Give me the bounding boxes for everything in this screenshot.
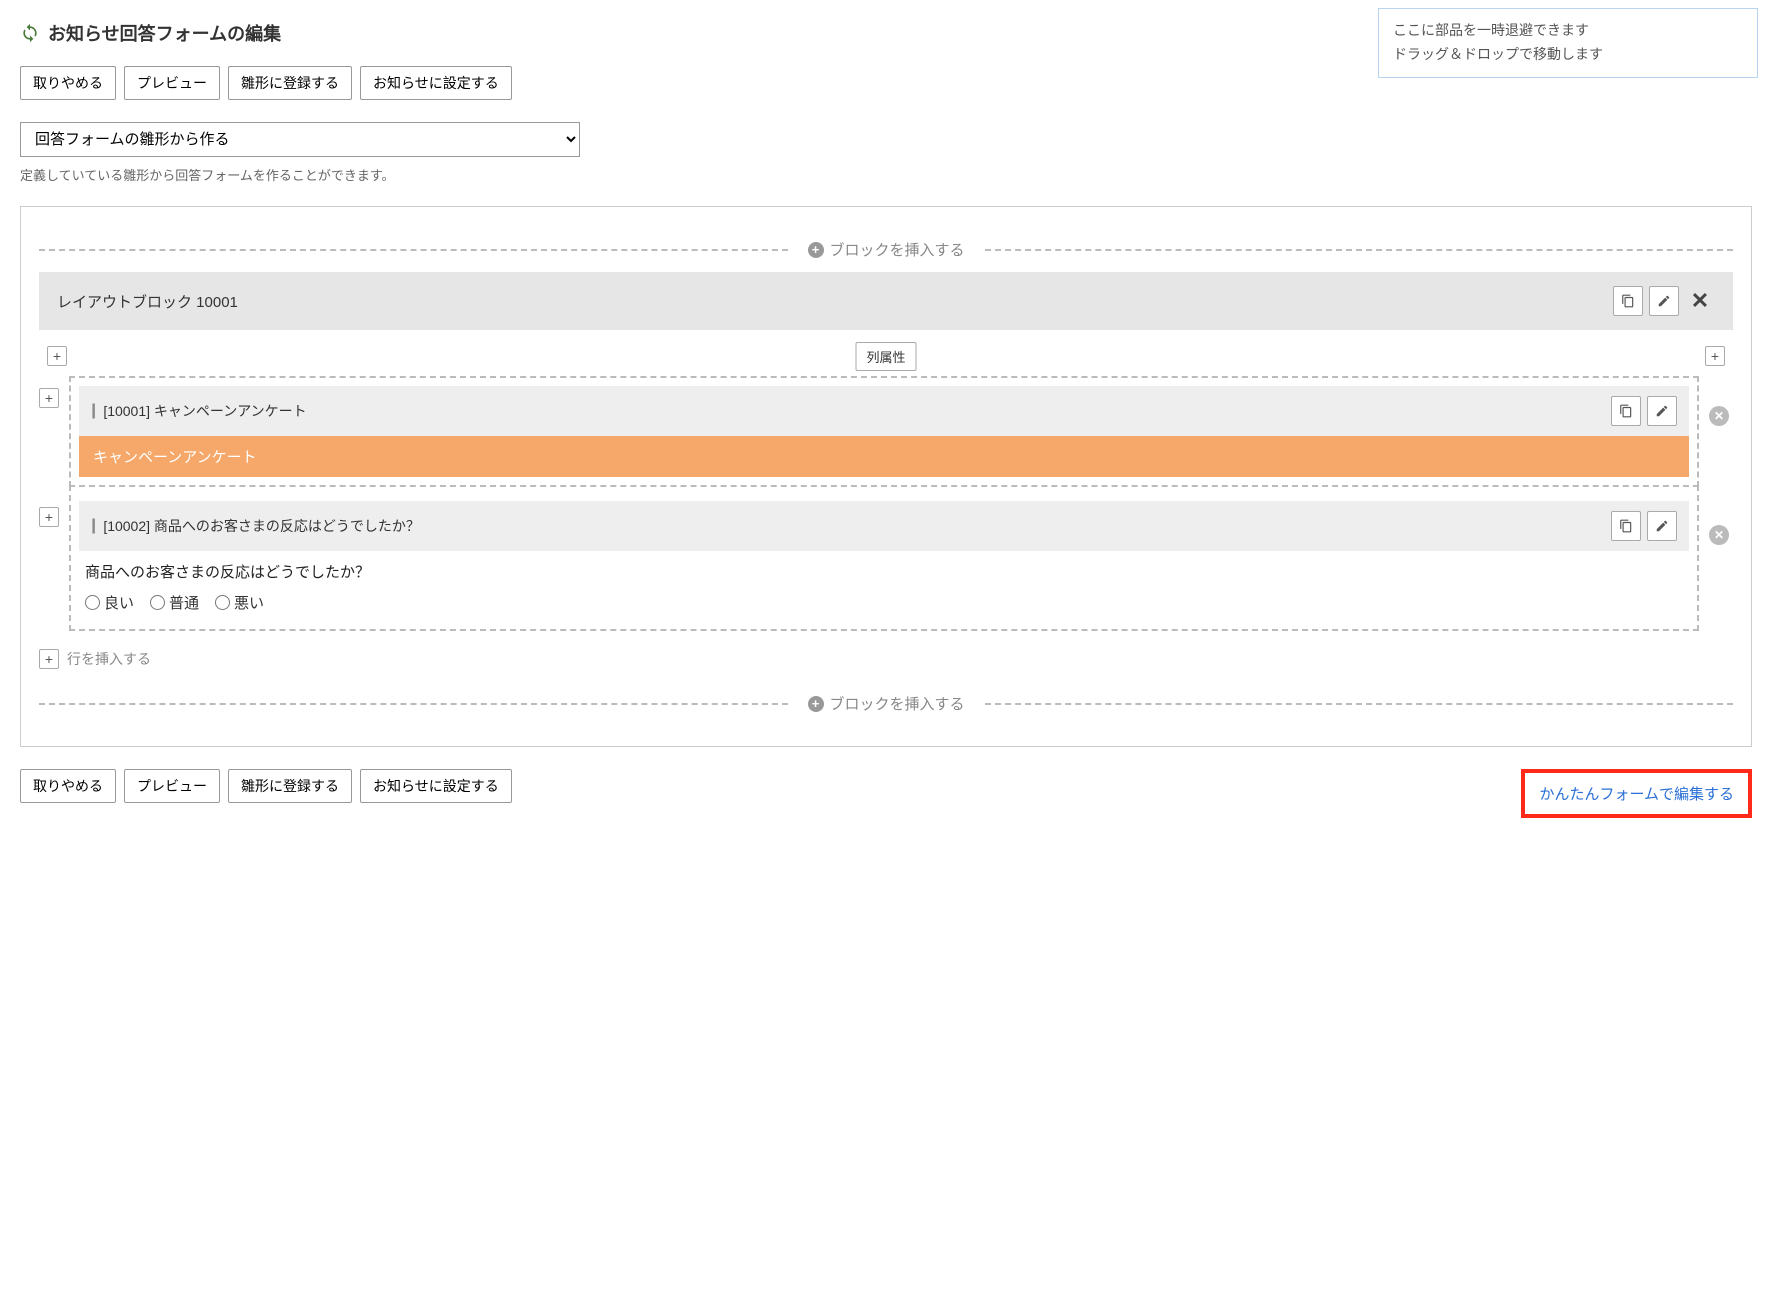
item-title: [10002] 商品へのお客さまの反応はどうでしたか？	[103, 516, 420, 536]
parts-shelf-tooltip: ここに部品を一時退避できます ドラッグ＆ドロップで移動します	[1378, 8, 1758, 78]
row-body: || [10001] キャンペーンアンケート キャンペーンアンケート	[69, 376, 1699, 487]
row-body: || [10002] 商品へのお客さまの反応はどうでしたか？ 商品へのお客さまの…	[69, 485, 1699, 631]
copy-icon	[1619, 519, 1633, 533]
edit-item-button[interactable]	[1647, 396, 1677, 426]
item-prompt: 商品へのお客さまの反応はどうでしたか？	[79, 551, 1689, 588]
plus-icon: +	[808, 696, 824, 712]
delete-row-button[interactable]: ✕	[1709, 406, 1729, 426]
block-title: レイアウトブロック 10001	[57, 291, 238, 312]
row-container: + || [10001] キャンペーンアンケート	[39, 376, 1733, 487]
item-title: [10001] キャンペーンアンケート	[103, 401, 306, 421]
edit-item-button[interactable]	[1647, 511, 1677, 541]
item-header: || [10002] 商品へのお客さまの反応はどうでしたか？	[79, 501, 1689, 551]
pencil-icon	[1655, 519, 1669, 533]
radio-option[interactable]: 良い	[85, 592, 134, 613]
drag-handle-icon[interactable]: ||	[91, 517, 93, 535]
drag-handle-icon[interactable]: ||	[91, 402, 93, 420]
preview-button[interactable]: プレビュー	[124, 769, 220, 803]
preview-button[interactable]: プレビュー	[124, 66, 220, 100]
item-header: || [10001] キャンペーンアンケート	[79, 386, 1689, 436]
edit-block-button[interactable]	[1649, 286, 1679, 316]
form-canvas: + ブロックを挿入する レイアウトブロック 10001 ✕ + 列属性 + +	[20, 206, 1752, 747]
copy-item-button[interactable]	[1611, 396, 1641, 426]
row-container: + || [10002] 商品へのお客さまの反応はどうでしたか？	[39, 495, 1733, 631]
copy-icon	[1621, 294, 1635, 308]
insert-block-label: ブロックを挿入する	[830, 693, 965, 714]
insert-row-button[interactable]: + 行を挿入する	[39, 649, 1733, 669]
radio-input[interactable]	[150, 595, 165, 610]
radio-option[interactable]: 普通	[150, 592, 199, 613]
cancel-button[interactable]: 取りやめる	[20, 769, 116, 803]
block-header: レイアウトブロック 10001 ✕	[39, 272, 1733, 330]
radio-input[interactable]	[85, 595, 100, 610]
apply-button[interactable]: お知らせに設定する	[360, 66, 512, 100]
insert-block-top[interactable]: + ブロックを挿入する	[39, 239, 1733, 260]
template-help-text: 定義していている雛形から回答フォームを作ることができます。	[20, 165, 1752, 184]
tooltip-line: ドラッグ＆ドロップで移動します	[1393, 43, 1743, 67]
easy-form-link[interactable]: かんたんフォームで編集する	[1521, 769, 1752, 818]
item-banner: キャンペーンアンケート	[79, 436, 1689, 477]
add-column-right-button[interactable]: +	[1705, 346, 1725, 366]
insert-block-label: ブロックを挿入する	[830, 239, 965, 260]
radio-group: 良い 普通 悪い	[79, 588, 1689, 621]
cancel-button[interactable]: 取りやめる	[20, 66, 116, 100]
apply-button[interactable]: お知らせに設定する	[360, 769, 512, 803]
radio-input[interactable]	[215, 595, 230, 610]
radio-option[interactable]: 悪い	[215, 592, 264, 613]
rotate-icon	[20, 23, 40, 43]
column-controls: + 列属性 +	[39, 330, 1733, 376]
copy-item-button[interactable]	[1611, 511, 1641, 541]
pencil-icon	[1657, 294, 1671, 308]
plus-icon: +	[808, 242, 824, 258]
add-row-before-button[interactable]: +	[39, 507, 59, 527]
plus-icon: +	[39, 649, 59, 669]
template-select[interactable]: 回答フォームの雛形から作る	[20, 122, 580, 157]
add-column-left-button[interactable]: +	[47, 346, 67, 366]
add-row-before-button[interactable]: +	[39, 388, 59, 408]
tooltip-line: ここに部品を一時退避できます	[1393, 19, 1743, 43]
insert-row-label: 行を挿入する	[67, 649, 151, 669]
close-block-button[interactable]: ✕	[1685, 286, 1715, 316]
bottom-button-row: 取りやめる プレビュー 雛形に登録する お知らせに設定する	[20, 769, 512, 803]
copy-icon	[1619, 404, 1633, 418]
pencil-icon	[1655, 404, 1669, 418]
copy-block-button[interactable]	[1613, 286, 1643, 316]
page-title: お知らせ回答フォームの編集	[48, 20, 281, 46]
column-attributes-button[interactable]: 列属性	[855, 342, 916, 371]
save-template-button[interactable]: 雛形に登録する	[228, 66, 352, 100]
insert-block-bottom[interactable]: + ブロックを挿入する	[39, 693, 1733, 714]
footer: 取りやめる プレビュー 雛形に登録する お知らせに設定する かんたんフォームで編…	[20, 769, 1752, 818]
save-template-button[interactable]: 雛形に登録する	[228, 769, 352, 803]
delete-row-button[interactable]: ✕	[1709, 525, 1729, 545]
